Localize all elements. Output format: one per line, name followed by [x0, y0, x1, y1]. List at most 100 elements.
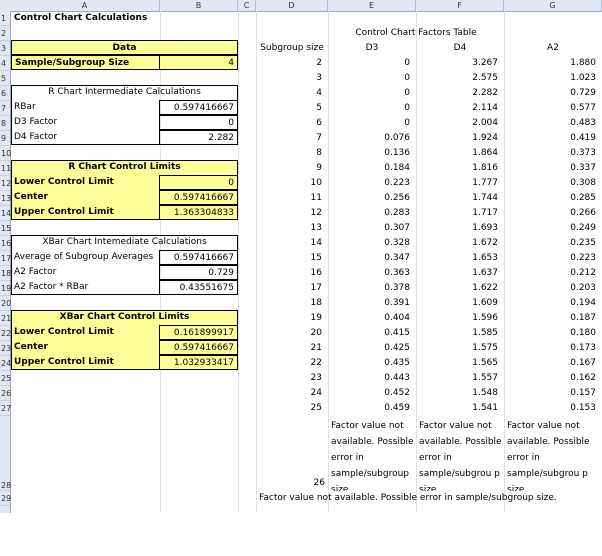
factor-cell-20-2[interactable]: 1.565	[416, 356, 504, 371]
factor-cell-9-3[interactable]: 0.285	[504, 191, 602, 206]
factor-cell-12-2[interactable]: 1.672	[416, 236, 504, 251]
row-number-6[interactable]: 6	[0, 86, 10, 101]
factor-cell-16-2[interactable]: 1.609	[416, 296, 504, 311]
factor-cell-7-0[interactable]: 9	[256, 161, 328, 176]
row26-d4-note[interactable]: Factor value not available. Possible err…	[416, 418, 504, 491]
factor-cell-14-1[interactable]: 0.363	[328, 266, 416, 281]
factor-cell-3-3[interactable]: 0.577	[504, 101, 602, 116]
factor-cell-18-1[interactable]: 0.415	[328, 326, 416, 341]
xbar-intermediate-label-1[interactable]: A2 Factor	[11, 265, 159, 280]
row-number-19[interactable]: 19	[0, 281, 11, 296]
xbar-intermediate-value-2[interactable]: 0.43551675	[159, 280, 238, 295]
factor-cell-1-0[interactable]: 3	[256, 71, 328, 86]
xbar-intermediate-label-0[interactable]: Average of Subgroup Averages	[11, 250, 159, 265]
factor-cell-2-3[interactable]: 0.729	[504, 86, 602, 101]
factor-cell-23-3[interactable]: 0.153	[504, 401, 602, 416]
factor-cell-2-2[interactable]: 2.282	[416, 86, 504, 101]
r-intermediate-label-2[interactable]: D4 Factor	[11, 130, 159, 145]
factor-cell-22-0[interactable]: 24	[256, 386, 328, 401]
factor-cell-1-2[interactable]: 2.575	[416, 71, 504, 86]
factor-cell-21-1[interactable]: 0.443	[328, 371, 416, 386]
row-number-12[interactable]: 12	[0, 176, 11, 191]
row-number-2[interactable]: 2	[0, 26, 10, 41]
factor-cell-12-3[interactable]: 0.235	[504, 236, 602, 251]
column-header-g[interactable]: G	[504, 0, 602, 11]
error-message[interactable]: Factor value not available. Possible err…	[256, 491, 602, 506]
xbar-limits-label-1[interactable]: Center	[11, 340, 159, 355]
factor-cell-1-3[interactable]: 1.023	[504, 71, 602, 86]
r-limits-label-2[interactable]: Upper Control Limit	[11, 205, 159, 220]
row-number-28[interactable]: 28	[0, 416, 11, 491]
row26-a2-note[interactable]: Factor value not available. Possible err…	[504, 418, 602, 491]
factor-cell-21-2[interactable]: 1.557	[416, 371, 504, 386]
factor-cell-13-2[interactable]: 1.653	[416, 251, 504, 266]
factor-cell-0-1[interactable]: 0	[328, 56, 416, 71]
xbar-limits-value-0[interactable]: 0.161899917	[159, 325, 238, 340]
r-limits-label-1[interactable]: Center	[11, 190, 159, 205]
factor-cell-13-0[interactable]: 15	[256, 251, 328, 266]
xbar-limits-label-0[interactable]: Lower Control Limit	[11, 325, 159, 340]
row-number-4[interactable]: 4	[0, 56, 10, 71]
factor-cell-17-3[interactable]: 0.187	[504, 311, 602, 326]
factor-cell-15-0[interactable]: 17	[256, 281, 328, 296]
factor-cell-20-0[interactable]: 22	[256, 356, 328, 371]
factor-cell-10-2[interactable]: 1.717	[416, 206, 504, 221]
factor-cell-4-3[interactable]: 0.483	[504, 116, 602, 131]
factor-header-1[interactable]: D3	[328, 41, 416, 56]
row-number-26[interactable]: 26	[0, 386, 11, 401]
factor-cell-6-3[interactable]: 0.373	[504, 146, 602, 161]
factor-cell-12-1[interactable]: 0.328	[328, 236, 416, 251]
factor-cell-3-2[interactable]: 2.114	[416, 101, 504, 116]
factor-header-2[interactable]: D4	[416, 41, 504, 56]
factor-cell-9-0[interactable]: 11	[256, 191, 328, 206]
xbar-intermediate-value-1[interactable]: 0.729	[159, 265, 238, 280]
factor-cell-4-1[interactable]: 0	[328, 116, 416, 131]
factor-cell-17-0[interactable]: 19	[256, 311, 328, 326]
factor-cell-11-2[interactable]: 1.693	[416, 221, 504, 236]
r-intermediate-value-2[interactable]: 2.282	[159, 130, 238, 145]
factor-cell-8-0[interactable]: 10	[256, 176, 328, 191]
row26-d3-note[interactable]: Factor value not available. Possible err…	[328, 418, 416, 491]
factor-cell-5-3[interactable]: 0.419	[504, 131, 602, 146]
column-header-e[interactable]: E	[328, 0, 416, 11]
factor-cell-19-0[interactable]: 21	[256, 341, 328, 356]
column-header-c[interactable]: C	[238, 0, 256, 11]
factor-cell-13-1[interactable]: 0.347	[328, 251, 416, 266]
xbar-intermediate-label-2[interactable]: A2 Factor * RBar	[11, 280, 159, 295]
factor-cell-15-3[interactable]: 0.203	[504, 281, 602, 296]
factor-cell-12-0[interactable]: 14	[256, 236, 328, 251]
row-number-16[interactable]: 16	[0, 236, 11, 251]
row-number-15[interactable]: 15	[0, 221, 11, 236]
factor-cell-20-1[interactable]: 0.435	[328, 356, 416, 371]
r-intermediate-value-0[interactable]: 0.597416667	[159, 100, 238, 115]
sheet-title[interactable]: Control Chart Calculations	[11, 11, 211, 26]
factor-cell-17-2[interactable]: 1.596	[416, 311, 504, 326]
factor-cell-11-1[interactable]: 0.307	[328, 221, 416, 236]
factor-cell-0-3[interactable]: 1.880	[504, 56, 602, 71]
factor-cell-10-3[interactable]: 0.266	[504, 206, 602, 221]
row-number-22[interactable]: 22	[0, 326, 11, 341]
factor-cell-9-1[interactable]: 0.256	[328, 191, 416, 206]
sample-size-label[interactable]: Sample/Subgroup Size	[11, 55, 160, 70]
factor-cell-11-0[interactable]: 13	[256, 221, 328, 236]
factor-cell-13-3[interactable]: 0.223	[504, 251, 602, 266]
xbar-limits-header[interactable]: XBar Chart Control Limits	[11, 310, 238, 325]
sample-size-value[interactable]: 4	[159, 55, 238, 70]
factor-cell-2-0[interactable]: 4	[256, 86, 328, 101]
factor-cell-4-0[interactable]: 6	[256, 116, 328, 131]
xbar-limits-value-1[interactable]: 0.597416667	[159, 340, 238, 355]
factor-cell-7-2[interactable]: 1.816	[416, 161, 504, 176]
factor-cell-9-2[interactable]: 1.744	[416, 191, 504, 206]
factor-cell-18-3[interactable]: 0.180	[504, 326, 602, 341]
r-intermediate-value-1[interactable]: 0	[159, 115, 238, 130]
factor-cell-4-2[interactable]: 2.004	[416, 116, 504, 131]
factor-cell-21-3[interactable]: 0.162	[504, 371, 602, 386]
factor-cell-8-3[interactable]: 0.308	[504, 176, 602, 191]
factor-cell-14-2[interactable]: 1.637	[416, 266, 504, 281]
factor-cell-14-0[interactable]: 16	[256, 266, 328, 281]
xbar-intermediate-header[interactable]: XBar Chart Intemediate Calculations	[11, 235, 238, 250]
factor-cell-18-2[interactable]: 1.585	[416, 326, 504, 341]
factor-cell-5-1[interactable]: 0.076	[328, 131, 416, 146]
factor-cell-6-1[interactable]: 0.136	[328, 146, 416, 161]
row-number-5[interactable]: 5	[0, 71, 10, 86]
